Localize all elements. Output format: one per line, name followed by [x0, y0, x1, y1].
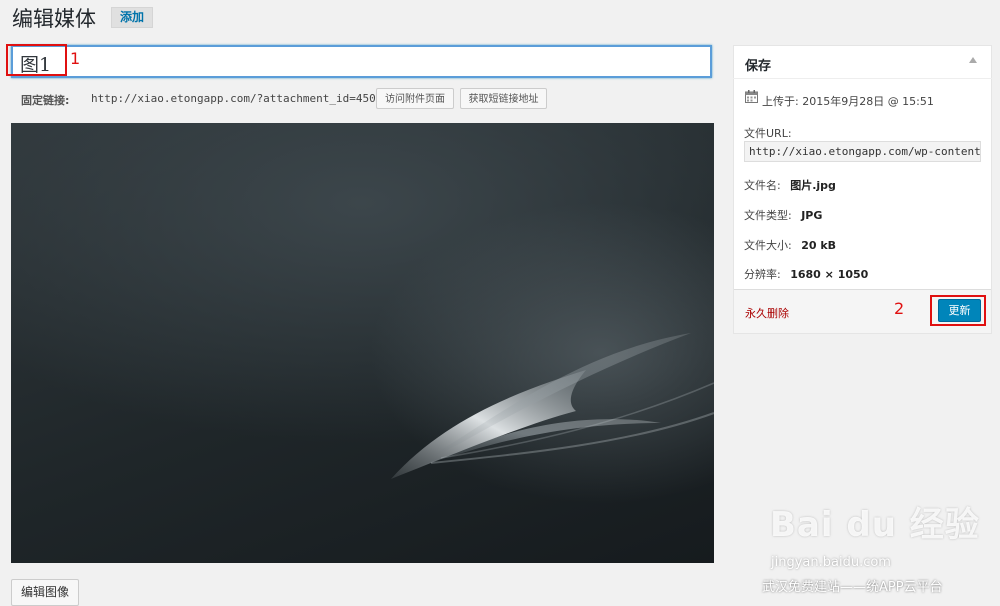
dimensions-row: 分辨率: 1680 × 1050 — [744, 266, 868, 282]
file-name-row: 文件名: 图片.jpg — [744, 177, 836, 193]
watermark-caption: 武汉免费建站——统APP云平台 — [762, 580, 943, 595]
calendar-icon — [745, 90, 758, 103]
file-name-value: 图片.jpg — [790, 179, 836, 192]
file-size-label: 文件大小: — [744, 239, 792, 252]
save-panel-header[interactable] — [733, 45, 992, 79]
file-size-value: 20 kB — [801, 239, 837, 252]
file-type-row: 文件类型: JPG — [744, 207, 822, 223]
permalink-label: 固定链接: — [21, 94, 70, 107]
media-image-preview — [11, 123, 714, 563]
annotation-number-2: 2 — [894, 299, 905, 318]
annotation-number-1: 1 — [70, 49, 81, 68]
annotation-highlight-update — [930, 295, 986, 326]
baidu-jingyan-watermark-logo: Bai du 经验 — [770, 505, 980, 545]
file-type-label: 文件类型: — [744, 209, 792, 222]
file-url-field[interactable]: http://xiao.etongapp.com/wp-content — [744, 141, 981, 162]
abstract-light-shape — [391, 333, 714, 479]
title-input[interactable] — [11, 45, 712, 78]
file-size-row: 文件大小: 20 kB — [744, 237, 836, 253]
uploaded-date: 上传于: 2015年9月28日 @ 15:51 — [762, 95, 934, 108]
delete-permanently-link[interactable]: 永久删除 — [745, 305, 789, 321]
permalink-url[interactable]: http://xiao.etongapp.com/?attachment_id=… — [91, 92, 376, 105]
add-new-button[interactable]: 添加 — [111, 7, 153, 28]
file-url-label: 文件URL: — [744, 127, 792, 140]
edit-image-button[interactable]: 编辑图像 — [11, 579, 79, 606]
watermark-url: jingyan.baidu.com — [771, 555, 891, 570]
dimensions-value: 1680 × 1050 — [790, 268, 869, 281]
file-name-label: 文件名: — [744, 179, 781, 192]
file-type-value: JPG — [801, 209, 823, 222]
collapse-toggle-icon[interactable] — [969, 57, 977, 63]
dimensions-label: 分辨率: — [744, 268, 781, 281]
page-title: 编辑媒体 — [12, 7, 96, 31]
get-shortlink-button[interactable]: 获取短链接地址 — [460, 88, 547, 109]
save-panel-title: 保存 — [745, 59, 772, 74]
annotation-highlight-title — [6, 44, 67, 76]
view-attachment-page-button[interactable]: 访问附件页面 — [376, 88, 454, 109]
